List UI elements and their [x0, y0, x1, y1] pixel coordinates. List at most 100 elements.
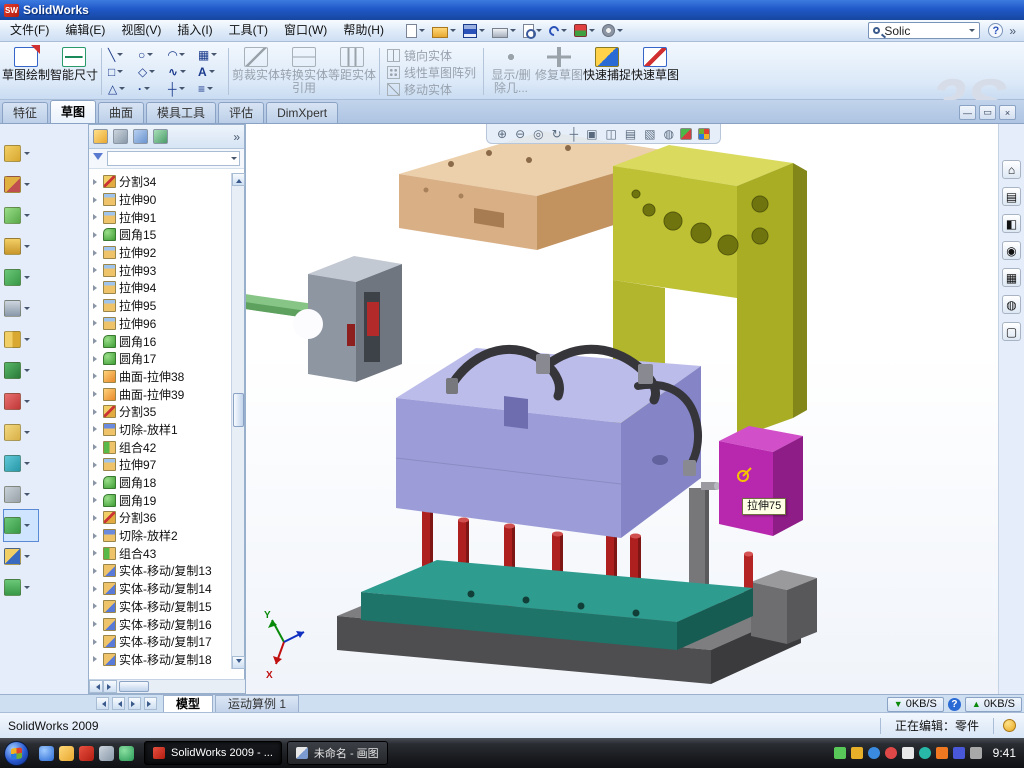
sketch-tool-button[interactable]: ◠	[165, 46, 195, 63]
scrollbar-thumb[interactable]	[233, 393, 244, 427]
tree-item[interactable]: 拉伸90	[91, 191, 229, 209]
ribbon-big-button[interactable]: 草图绘制	[2, 44, 50, 82]
tree-item[interactable]: 圆角19	[91, 491, 229, 509]
menu-item[interactable]: 文件(F)	[2, 20, 57, 41]
chevron-down-icon[interactable]	[231, 157, 237, 163]
expand-arrow-icon[interactable]	[93, 267, 100, 273]
chevron-down-icon[interactable]	[24, 214, 30, 220]
ribbon-big-button[interactable]: 剪裁实体	[232, 44, 280, 82]
tree-item[interactable]: 切除-放样1	[91, 421, 229, 439]
tree-item[interactable]: 拉伸97	[91, 456, 229, 474]
commandmanager-tab[interactable]: 曲面	[98, 102, 144, 123]
tree-item[interactable]: 圆角15	[91, 226, 229, 244]
left-toolbar-button[interactable]	[4, 262, 88, 293]
tray-icon[interactable]	[885, 747, 897, 759]
left-toolbar-button[interactable]	[4, 231, 88, 262]
expand-arrow-icon[interactable]	[93, 250, 100, 256]
sketch-tool-button[interactable]: ▦	[195, 46, 225, 63]
view-tool-icon[interactable]: ◍	[664, 125, 674, 143]
tree-item[interactable]: 组合42	[91, 438, 229, 456]
last-tab-button[interactable]	[144, 697, 157, 710]
standard-toolbar-button[interactable]	[549, 26, 567, 36]
ribbon-big-button[interactable]: 修复草图	[535, 44, 583, 82]
taskbar-task-button[interactable]: 未命名 - 画图	[287, 741, 388, 765]
expand-arrow-icon[interactable]	[93, 320, 100, 326]
menu-item[interactable]: 帮助(H)	[335, 20, 392, 41]
chevron-down-icon[interactable]	[24, 276, 30, 282]
tree-item[interactable]: 实体-移动/复制14	[91, 580, 229, 598]
tree-item[interactable]: 实体-移动/复制13	[91, 562, 229, 580]
tree-item[interactable]: 圆角17	[91, 350, 229, 368]
expand-arrow-icon[interactable]	[93, 338, 100, 344]
tray-icon[interactable]	[851, 747, 863, 759]
sketch-tool-button[interactable]: ∿	[165, 63, 195, 80]
apply-scene-icon[interactable]	[698, 128, 710, 140]
quick-launch-icon[interactable]	[59, 746, 74, 761]
tray-icon[interactable]	[834, 747, 846, 759]
tree-item[interactable]: 分割35	[91, 403, 229, 421]
chevron-down-icon[interactable]	[179, 87, 185, 93]
chevron-down-icon[interactable]	[24, 493, 30, 499]
left-toolbar-button[interactable]	[4, 448, 88, 479]
sketch-tool-button[interactable]: ○	[135, 46, 165, 63]
sketch-tool-button[interactable]: A	[195, 63, 225, 80]
help-button[interactable]: ?	[988, 23, 1003, 38]
chevron-down-icon[interactable]	[24, 555, 30, 561]
expand-arrow-icon[interactable]	[93, 197, 100, 203]
meter-help-icon[interactable]: ?	[948, 698, 961, 711]
view-tool-icon[interactable]: ◫	[606, 125, 617, 143]
sketch-tool-button[interactable]: ≡	[195, 80, 225, 97]
expand-arrow-icon[interactable]	[93, 409, 100, 415]
ribbon-small-button[interactable]: 线性草图阵列	[383, 64, 480, 81]
tree-item[interactable]: 拉伸93	[91, 261, 229, 279]
view-tool-icon[interactable]: ⊖	[515, 125, 525, 143]
left-toolbar-button[interactable]	[4, 417, 88, 448]
standard-toolbar-button[interactable]	[406, 24, 425, 38]
panel-tab-icon[interactable]	[113, 129, 128, 144]
menu-item[interactable]: 视图(V)	[113, 20, 169, 41]
tree-item[interactable]: 实体-移动/复制18	[91, 651, 229, 669]
tree-item[interactable]: 圆角16	[91, 332, 229, 350]
filter-input[interactable]	[107, 151, 240, 166]
task-pane-icon[interactable]: ◉	[1002, 241, 1021, 260]
document-restore-button[interactable]: ▭	[979, 105, 996, 120]
view-tool-icon[interactable]: ┼	[570, 125, 579, 143]
tree-item[interactable]: 分割36	[91, 509, 229, 527]
chevron-down-icon[interactable]	[24, 431, 30, 437]
expand-arrow-icon[interactable]	[93, 303, 100, 309]
document-close-button[interactable]: ×	[999, 105, 1016, 120]
task-pane-icon[interactable]: ⌂	[1002, 160, 1021, 179]
tree-item[interactable]: 曲面-拉伸38	[91, 368, 229, 386]
chevron-down-icon[interactable]	[24, 338, 30, 344]
left-toolbar-button[interactable]	[4, 138, 88, 169]
ribbon-big-button[interactable]: 快速捕捉	[583, 44, 631, 82]
tree-item[interactable]: 实体-移动/复制16	[91, 615, 229, 633]
ribbon-big-button[interactable]: 转换实体引用	[280, 44, 328, 95]
tray-icon[interactable]	[919, 747, 931, 759]
expand-arrow-icon[interactable]	[93, 480, 100, 486]
expand-arrow-icon[interactable]	[93, 426, 100, 432]
chevron-down-icon[interactable]	[24, 245, 30, 251]
view-tool-icon[interactable]: ↻	[552, 125, 562, 143]
tree-item[interactable]: 圆角18	[91, 474, 229, 492]
chevron-down-icon[interactable]	[24, 183, 30, 189]
expand-arrow-icon[interactable]	[93, 373, 100, 379]
panel-tab-icon[interactable]	[93, 129, 108, 144]
task-pane-icon[interactable]: ▦	[1002, 268, 1021, 287]
chevron-down-icon[interactable]	[24, 586, 30, 592]
quick-launch-icon[interactable]	[119, 746, 134, 761]
panel-tab-icon[interactable]	[133, 129, 148, 144]
expand-arrow-icon[interactable]	[93, 639, 100, 645]
chevron-down-icon[interactable]	[24, 462, 30, 468]
expand-arrow-icon[interactable]	[93, 497, 100, 503]
quick-launch-icon[interactable]	[79, 746, 94, 761]
menu-item[interactable]: 编辑(E)	[57, 20, 113, 41]
left-toolbar-button[interactable]	[4, 386, 88, 417]
sketch-tool-button[interactable]: ◇	[135, 63, 165, 80]
sketch-tool-button[interactable]: □	[105, 63, 135, 80]
tree-vertical-scrollbar[interactable]	[231, 173, 244, 669]
tray-icon[interactable]	[936, 747, 948, 759]
left-toolbar-button[interactable]	[4, 479, 88, 510]
edit-appearance-icon[interactable]	[680, 128, 692, 140]
ribbon-big-button[interactable]: 智能尺寸	[50, 44, 98, 82]
